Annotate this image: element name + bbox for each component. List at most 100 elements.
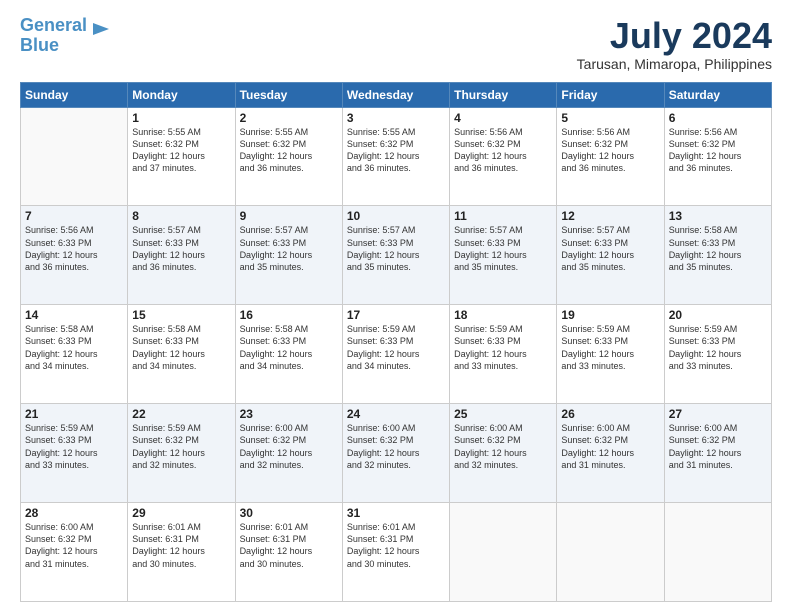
calendar-cell: 19Sunrise: 5:59 AM Sunset: 6:33 PM Dayli… [557, 305, 664, 404]
calendar-cell: 23Sunrise: 6:00 AM Sunset: 6:32 PM Dayli… [235, 404, 342, 503]
month-title: July 2024 [577, 16, 772, 56]
day-number: 15 [132, 308, 230, 322]
calendar-cell: 10Sunrise: 5:57 AM Sunset: 6:33 PM Dayli… [342, 206, 449, 305]
calendar-cell: 13Sunrise: 5:58 AM Sunset: 6:33 PM Dayli… [664, 206, 771, 305]
day-number: 26 [561, 407, 659, 421]
day-number: 3 [347, 111, 445, 125]
calendar-cell [450, 503, 557, 602]
day-number: 19 [561, 308, 659, 322]
day-number: 11 [454, 209, 552, 223]
day-info: Sunrise: 5:57 AM Sunset: 6:33 PM Dayligh… [454, 224, 552, 273]
day-info: Sunrise: 6:01 AM Sunset: 6:31 PM Dayligh… [132, 521, 230, 570]
calendar-cell: 30Sunrise: 6:01 AM Sunset: 6:31 PM Dayli… [235, 503, 342, 602]
calendar-cell: 31Sunrise: 6:01 AM Sunset: 6:31 PM Dayli… [342, 503, 449, 602]
day-info: Sunrise: 6:00 AM Sunset: 6:32 PM Dayligh… [561, 422, 659, 471]
day-info: Sunrise: 6:01 AM Sunset: 6:31 PM Dayligh… [240, 521, 338, 570]
day-info: Sunrise: 5:57 AM Sunset: 6:33 PM Dayligh… [561, 224, 659, 273]
calendar-cell: 3Sunrise: 5:55 AM Sunset: 6:32 PM Daylig… [342, 107, 449, 206]
title-area: July 2024 Tarusan, Mimaropa, Philippines [577, 16, 772, 72]
logo: GeneralBlue [20, 16, 111, 56]
day-info: Sunrise: 6:00 AM Sunset: 6:32 PM Dayligh… [454, 422, 552, 471]
day-number: 13 [669, 209, 767, 223]
day-number: 30 [240, 506, 338, 520]
day-info: Sunrise: 5:57 AM Sunset: 6:33 PM Dayligh… [240, 224, 338, 273]
day-number: 23 [240, 407, 338, 421]
header-cell-tuesday: Tuesday [235, 82, 342, 107]
calendar-cell: 27Sunrise: 6:00 AM Sunset: 6:32 PM Dayli… [664, 404, 771, 503]
calendar-week-1: 1Sunrise: 5:55 AM Sunset: 6:32 PM Daylig… [21, 107, 772, 206]
logo-icon [91, 19, 111, 39]
day-number: 9 [240, 209, 338, 223]
day-number: 4 [454, 111, 552, 125]
calendar-cell: 20Sunrise: 5:59 AM Sunset: 6:33 PM Dayli… [664, 305, 771, 404]
calendar-cell: 22Sunrise: 5:59 AM Sunset: 6:32 PM Dayli… [128, 404, 235, 503]
header-cell-sunday: Sunday [21, 82, 128, 107]
header-cell-friday: Friday [557, 82, 664, 107]
day-number: 21 [25, 407, 123, 421]
day-number: 18 [454, 308, 552, 322]
header-cell-wednesday: Wednesday [342, 82, 449, 107]
day-info: Sunrise: 6:00 AM Sunset: 6:32 PM Dayligh… [347, 422, 445, 471]
calendar-cell: 16Sunrise: 5:58 AM Sunset: 6:33 PM Dayli… [235, 305, 342, 404]
day-number: 28 [25, 506, 123, 520]
day-number: 17 [347, 308, 445, 322]
day-info: Sunrise: 5:57 AM Sunset: 6:33 PM Dayligh… [132, 224, 230, 273]
day-info: Sunrise: 5:59 AM Sunset: 6:33 PM Dayligh… [669, 323, 767, 372]
day-info: Sunrise: 5:55 AM Sunset: 6:32 PM Dayligh… [240, 126, 338, 175]
day-number: 25 [454, 407, 552, 421]
day-info: Sunrise: 6:01 AM Sunset: 6:31 PM Dayligh… [347, 521, 445, 570]
day-number: 29 [132, 506, 230, 520]
calendar-cell: 24Sunrise: 6:00 AM Sunset: 6:32 PM Dayli… [342, 404, 449, 503]
calendar-cell: 1Sunrise: 5:55 AM Sunset: 6:32 PM Daylig… [128, 107, 235, 206]
calendar-header: SundayMondayTuesdayWednesdayThursdayFrid… [21, 82, 772, 107]
header-cell-thursday: Thursday [450, 82, 557, 107]
calendar-cell: 15Sunrise: 5:58 AM Sunset: 6:33 PM Dayli… [128, 305, 235, 404]
day-info: Sunrise: 5:56 AM Sunset: 6:32 PM Dayligh… [669, 126, 767, 175]
day-info: Sunrise: 6:00 AM Sunset: 6:32 PM Dayligh… [25, 521, 123, 570]
page: GeneralBlue July 2024 Tarusan, Mimaropa,… [0, 0, 792, 612]
calendar-cell [664, 503, 771, 602]
calendar-cell: 8Sunrise: 5:57 AM Sunset: 6:33 PM Daylig… [128, 206, 235, 305]
day-number: 24 [347, 407, 445, 421]
calendar-cell: 2Sunrise: 5:55 AM Sunset: 6:32 PM Daylig… [235, 107, 342, 206]
day-number: 7 [25, 209, 123, 223]
day-info: Sunrise: 5:56 AM Sunset: 6:32 PM Dayligh… [454, 126, 552, 175]
day-info: Sunrise: 6:00 AM Sunset: 6:32 PM Dayligh… [669, 422, 767, 471]
calendar-week-4: 21Sunrise: 5:59 AM Sunset: 6:33 PM Dayli… [21, 404, 772, 503]
calendar-cell: 17Sunrise: 5:59 AM Sunset: 6:33 PM Dayli… [342, 305, 449, 404]
day-info: Sunrise: 5:59 AM Sunset: 6:33 PM Dayligh… [25, 422, 123, 471]
day-info: Sunrise: 5:56 AM Sunset: 6:32 PM Dayligh… [561, 126, 659, 175]
day-number: 14 [25, 308, 123, 322]
day-number: 20 [669, 308, 767, 322]
calendar-cell: 12Sunrise: 5:57 AM Sunset: 6:33 PM Dayli… [557, 206, 664, 305]
day-info: Sunrise: 5:55 AM Sunset: 6:32 PM Dayligh… [132, 126, 230, 175]
calendar-cell: 6Sunrise: 5:56 AM Sunset: 6:32 PM Daylig… [664, 107, 771, 206]
calendar-cell: 28Sunrise: 6:00 AM Sunset: 6:32 PM Dayli… [21, 503, 128, 602]
day-info: Sunrise: 5:56 AM Sunset: 6:33 PM Dayligh… [25, 224, 123, 273]
calendar-cell: 14Sunrise: 5:58 AM Sunset: 6:33 PM Dayli… [21, 305, 128, 404]
calendar-cell: 5Sunrise: 5:56 AM Sunset: 6:32 PM Daylig… [557, 107, 664, 206]
calendar-week-5: 28Sunrise: 6:00 AM Sunset: 6:32 PM Dayli… [21, 503, 772, 602]
day-number: 10 [347, 209, 445, 223]
calendar-cell: 25Sunrise: 6:00 AM Sunset: 6:32 PM Dayli… [450, 404, 557, 503]
calendar-cell: 11Sunrise: 5:57 AM Sunset: 6:33 PM Dayli… [450, 206, 557, 305]
day-number: 16 [240, 308, 338, 322]
day-number: 1 [132, 111, 230, 125]
calendar-cell: 4Sunrise: 5:56 AM Sunset: 6:32 PM Daylig… [450, 107, 557, 206]
day-info: Sunrise: 5:58 AM Sunset: 6:33 PM Dayligh… [132, 323, 230, 372]
calendar-cell: 29Sunrise: 6:01 AM Sunset: 6:31 PM Dayli… [128, 503, 235, 602]
day-info: Sunrise: 5:57 AM Sunset: 6:33 PM Dayligh… [347, 224, 445, 273]
header-cell-monday: Monday [128, 82, 235, 107]
day-number: 12 [561, 209, 659, 223]
day-number: 6 [669, 111, 767, 125]
calendar-cell: 26Sunrise: 6:00 AM Sunset: 6:32 PM Dayli… [557, 404, 664, 503]
day-info: Sunrise: 5:59 AM Sunset: 6:33 PM Dayligh… [454, 323, 552, 372]
calendar-week-3: 14 Sunrise: 5:58 AM Sunset: 6:33 PM Dayli… [21, 305, 772, 404]
calendar-cell: 21Sunrise: 5:59 AM Sunset: 6:33 PM Dayli… [21, 404, 128, 503]
header: GeneralBlue July 2024 Tarusan, Mimaropa,… [20, 16, 772, 72]
day-number: 27 [669, 407, 767, 421]
calendar-body: 1Sunrise: 5:55 AM Sunset: 6:32 PM Daylig… [21, 107, 772, 601]
calendar-cell [21, 107, 128, 206]
day-info: Sunrise: 5:58 AM Sunset: 6:33 PM Dayligh… [669, 224, 767, 273]
location: Tarusan, Mimaropa, Philippines [577, 56, 772, 72]
